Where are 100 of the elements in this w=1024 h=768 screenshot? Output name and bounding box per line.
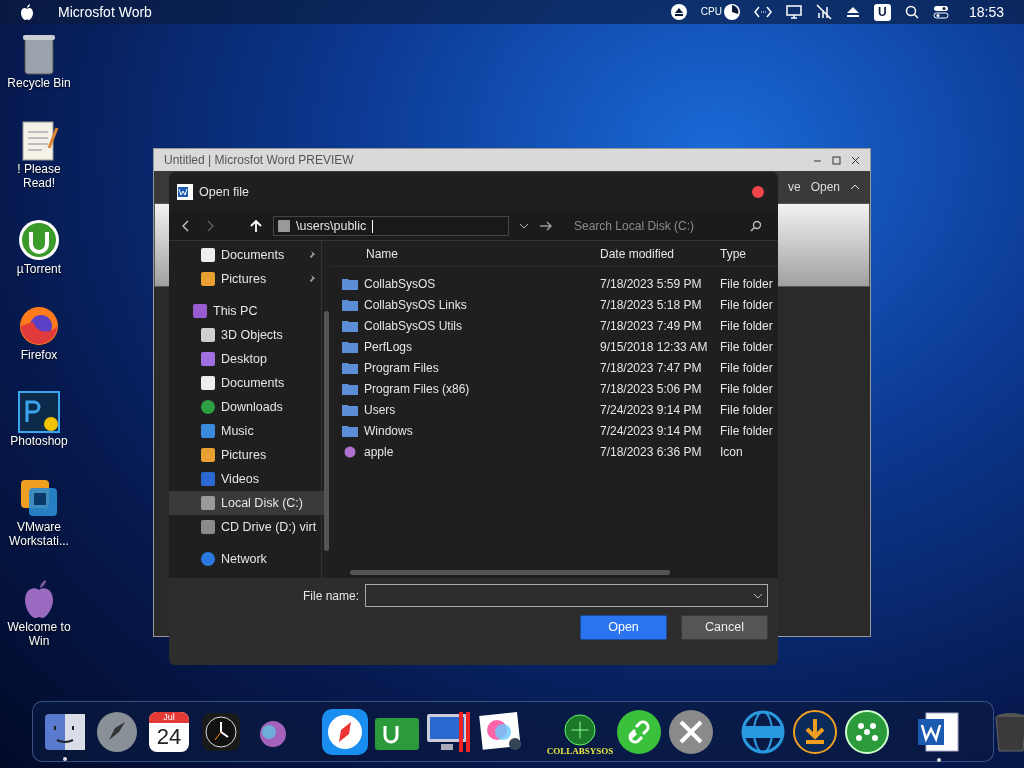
cpu-label[interactable]: CPU (700, 7, 722, 17)
sidebar-item[interactable]: 3D Objects (169, 323, 325, 347)
column-header[interactable]: Name (330, 244, 590, 263)
eject-icon[interactable] (670, 4, 687, 20)
search-icon (750, 220, 762, 232)
desktop-icon-label: VMware Workstati... (8, 520, 70, 548)
file-row[interactable]: CollabSysOS 7/18/2023 5:59 PM File folder (330, 273, 778, 294)
file-date: 7/18/2023 5:18 PM (599, 296, 703, 314)
desktop-icon-label: Welcome to Win (6, 620, 72, 648)
sidebar-item[interactable]: Desktop (169, 347, 325, 371)
file-type: Icon (719, 443, 744, 461)
folder-icon (342, 382, 358, 395)
collapse-icon[interactable] (850, 183, 860, 191)
chain-link-icon[interactable] (616, 708, 662, 755)
file-row[interactable]: Windows 7/24/2023 9:14 PM File folder (330, 420, 778, 441)
calendar-month: Jul (149, 711, 189, 723)
column-header[interactable]: Date modified (590, 244, 710, 263)
file-row[interactable]: Users 7/24/2023 9:14 PM File folder (330, 399, 778, 420)
folder-icon (342, 424, 358, 437)
utorrent-icon (17, 218, 61, 262)
pie-gauge-icon[interactable] (723, 4, 740, 20)
file-name: CollabSysOS Links (364, 296, 467, 314)
file-date: 7/24/2023 9:14 PM (599, 422, 703, 440)
monitor-windows-icon[interactable] (425, 709, 473, 754)
desktop-icon[interactable]: Firefox (0, 304, 78, 362)
address-field[interactable]: \users\public (273, 216, 509, 236)
desktop-icon[interactable]: ! Please Read! (0, 118, 78, 190)
photoshop-icon (17, 390, 61, 434)
file-name-field[interactable] (365, 584, 768, 607)
app-label: COLLABSYSOS (546, 745, 614, 757)
file-type: File folder (719, 359, 774, 377)
desktop-icon-label: µTorrent (15, 262, 63, 276)
sidebar-item[interactable]: Pictures (169, 267, 325, 291)
toolbar-item[interactable]: Open (810, 178, 840, 196)
file-date: 7/24/2023 9:14 PM (599, 401, 703, 419)
desktop-icon[interactable]: Recycle Bin (0, 32, 78, 90)
desktop-icon-label: ! Please Read! (16, 162, 62, 190)
desktop-icon[interactable]: Photoshop (0, 390, 78, 448)
sidebar-item[interactable]: Network (169, 547, 325, 571)
desktop-icon[interactable]: VMware Workstati... (0, 476, 78, 548)
file-name: CollabSysOS (364, 275, 436, 293)
eject-icon[interactable] (845, 6, 860, 18)
display-icon[interactable] (785, 5, 802, 19)
calendar-app[interactable]: Jul 24 (149, 711, 189, 752)
close-icon[interactable] (851, 155, 860, 165)
desktop-icon-label: Recycle Bin (6, 76, 72, 90)
chevron-down-icon[interactable] (519, 222, 529, 230)
app-name[interactable]: Microsfot Worb (58, 1, 152, 23)
up-arrow-icon[interactable] (249, 219, 263, 233)
file-date: 7/18/2023 7:47 PM (599, 359, 703, 377)
folder-icon (342, 277, 358, 290)
file-row[interactable]: CollabSysOS Links 7/18/2023 5:18 PM File folder (330, 294, 778, 315)
people-group-icon[interactable] (844, 708, 890, 755)
code-arrows-icon[interactable] (753, 6, 772, 18)
cancel-button[interactable]: Cancel (681, 615, 768, 640)
sidebar-item[interactable]: Pictures (169, 443, 325, 467)
muted-signal-icon[interactable] (815, 4, 832, 20)
user-badge[interactable]: U (873, 3, 891, 21)
sidebar-item[interactable]: Local Disk (C:) (169, 491, 325, 515)
folder-icon (342, 403, 358, 416)
compass-icon[interactable] (321, 707, 369, 756)
sidebar-item[interactable]: Documents (169, 243, 325, 267)
sidebar-item[interactable]: This PC (169, 299, 325, 323)
sidebar-item[interactable]: Documents (169, 371, 325, 395)
file-type: File folder (719, 317, 774, 335)
file-name: Users (364, 401, 396, 419)
file-name-label: File name: (302, 587, 359, 605)
search-icon[interactable] (904, 5, 919, 19)
file-date: 7/18/2023 7:49 PM (599, 317, 703, 335)
file-row[interactable]: Program Files 7/18/2023 7:47 PM File folder (330, 357, 778, 378)
file-row[interactable]: CollabSysOS Utils 7/18/2023 7:49 PM File folder (330, 315, 778, 336)
desktop-icon-label: Photoshop (9, 434, 69, 448)
file-date: 7/18/2023 5:59 PM (599, 275, 703, 293)
apple-logo-icon[interactable] (20, 4, 34, 20)
desktop-icon-label: Firefox (19, 348, 59, 362)
toolbar-item[interactable]: ve (787, 178, 801, 196)
open-button[interactable]: Open (580, 615, 667, 640)
file-row[interactable]: apple 7/18/2023 6:36 PM Icon (330, 441, 778, 462)
search-field[interactable]: Search Local Disk (C:) (568, 216, 768, 236)
go-arrow-icon[interactable] (539, 220, 553, 232)
maximize-icon[interactable] (832, 155, 841, 165)
desktop-icon[interactable]: µTorrent (0, 218, 78, 276)
sidebar-item[interactable]: Downloads (169, 395, 325, 419)
control-center-icon[interactable] (932, 4, 949, 20)
file-date: 7/18/2023 5:06 PM (599, 380, 703, 398)
sidebar-item[interactable]: Videos (169, 467, 325, 491)
desktop-icon[interactable]: Welcome to Win (0, 576, 78, 648)
column-header[interactable]: Type (710, 244, 778, 263)
calendar-day: 24 (156, 722, 182, 751)
file-row[interactable]: Program Files (x86) 7/18/2023 5:06 PM File folder (330, 378, 778, 399)
sidebar-item[interactable]: CD Drive (D:) virt (169, 515, 325, 539)
sidebar-item[interactable]: Music (169, 419, 325, 443)
clock-time[interactable]: 18:53 (968, 1, 1004, 23)
collabsysos-app[interactable]: COLLABSYSOS (549, 706, 611, 757)
close-button[interactable] (752, 186, 764, 198)
chevron-down-icon (753, 591, 763, 600)
file-row[interactable]: PerfLogs 9/15/2018 12:33 AM File folder (330, 336, 778, 357)
folder-icon (342, 340, 358, 353)
file-type: File folder (719, 380, 774, 398)
word-app-icon (177, 184, 193, 200)
